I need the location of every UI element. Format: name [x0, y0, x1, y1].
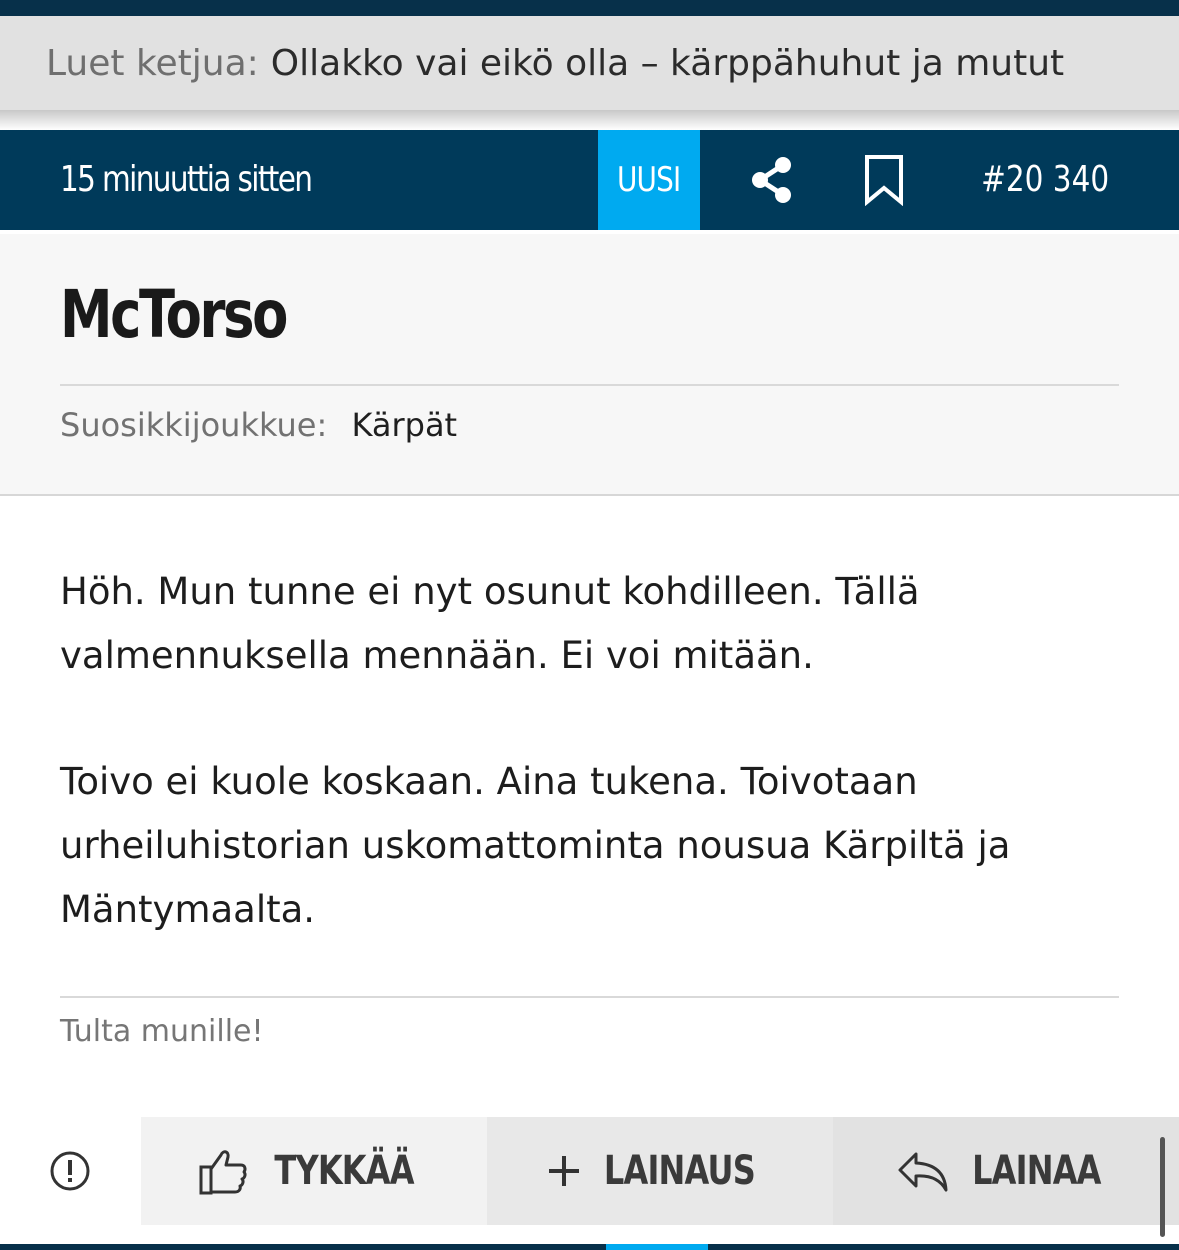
add-quote-label: LAINAUS: [603, 1148, 755, 1194]
post-number[interactable]: #20 340: [981, 130, 1109, 230]
add-quote-button[interactable]: LAINAUS: [487, 1117, 833, 1225]
reply-arrow-icon: [898, 1152, 948, 1192]
quote-reply-label: LAINAA: [971, 1148, 1101, 1194]
share-button[interactable]: [742, 150, 802, 210]
thread-bar-shadow: [0, 110, 1179, 130]
quote-reply-button[interactable]: LAINAA: [833, 1117, 1179, 1225]
top-strip: [0, 0, 1179, 16]
favorite-team-value: Kärpät: [351, 406, 458, 444]
thread-bar-prefix: Luet ketjua:: [46, 42, 259, 84]
scrollbar-thumb[interactable]: [1160, 1137, 1165, 1237]
signature: Tulta munille!: [60, 1014, 264, 1049]
like-label: TYKKÄÄ: [274, 1148, 414, 1194]
favorite-team-row: Suosikkijoukkue: Kärpät: [60, 406, 457, 444]
post-time: 15 minuuttia sitten: [60, 159, 313, 200]
post-action-bar: TYKKÄÄ LAINAUS LAINAA: [0, 1117, 1179, 1225]
favorite-team-label: Suosikkijoukkue:: [60, 406, 328, 444]
exclamation-circle-icon: [50, 1151, 90, 1191]
bottom-accent: [606, 1244, 708, 1250]
report-button[interactable]: [0, 1117, 140, 1225]
bookmark-icon: [865, 155, 903, 206]
author-divider: [60, 384, 1119, 386]
thread-title[interactable]: Ollakko vai eikö olla – kärppähuhut ja m…: [271, 43, 1064, 84]
author-name[interactable]: McTorso: [60, 276, 288, 353]
author-box: McTorso Suosikkijoukkue: Kärpät: [0, 234, 1179, 496]
post-paragraph: Höh. Mun tunne ei nyt osunut kohdilleen.…: [60, 570, 920, 677]
post-paragraph: Toivo ei kuole koskaan. Aina tukena. Toi…: [60, 760, 1011, 931]
bookmark-button[interactable]: [854, 150, 914, 210]
share-icon: [752, 157, 791, 203]
thread-title-bar[interactable]: Luet ketjua: Ollakko vai eikö olla – kär…: [0, 16, 1179, 110]
post-header: 15 minuuttia sitten UUSI #20 340: [0, 130, 1179, 230]
new-badge-label: UUSI: [617, 160, 681, 200]
thumbs-up-icon: [199, 1150, 247, 1195]
new-badge: UUSI: [598, 130, 700, 230]
post-body: Höh. Mun tunne ei nyt osunut kohdilleen.…: [60, 560, 1130, 1004]
like-button[interactable]: TYKKÄÄ: [141, 1117, 487, 1225]
signature-divider: [60, 996, 1119, 998]
plus-icon: [548, 1156, 579, 1186]
bottom-strip: [0, 1244, 1179, 1250]
